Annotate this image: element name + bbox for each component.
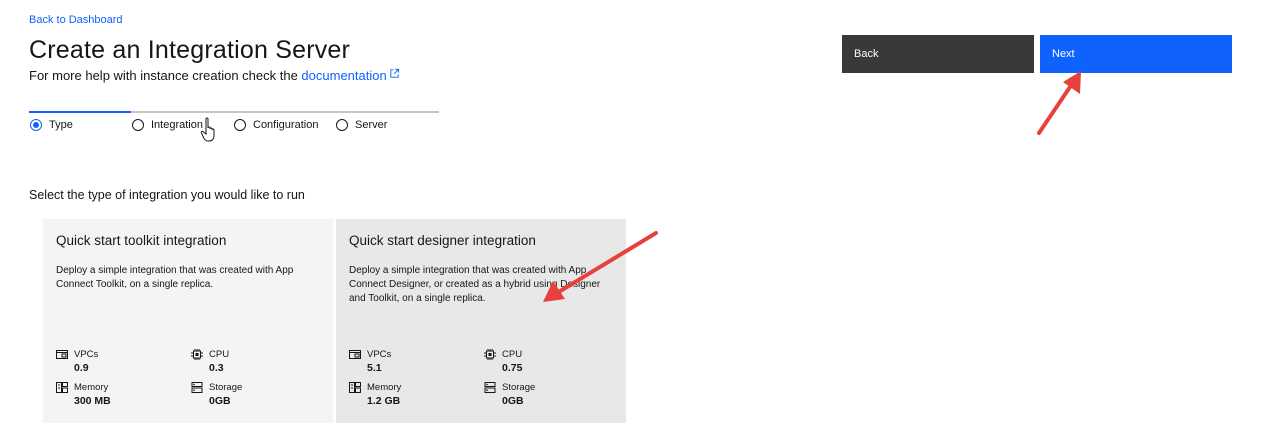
cpu-icon — [484, 349, 496, 360]
cpu-icon — [191, 349, 203, 360]
hand-pointer-icon — [200, 117, 215, 142]
step-configuration-radio[interactable] — [234, 119, 246, 131]
page-title: Create an Integration Server — [29, 36, 351, 64]
next-button[interactable]: Next — [1040, 35, 1232, 73]
step-label: Integration — [151, 119, 203, 131]
step-label: Type — [49, 119, 73, 131]
documentation-link[interactable]: documentation — [301, 68, 386, 83]
metric-label: VPCs — [367, 349, 392, 360]
step-integration[interactable]: Integration — [132, 119, 203, 131]
progress-fill — [29, 111, 131, 113]
storage-icon — [484, 382, 496, 393]
metric-memory: Memory 1.2 GB — [349, 382, 469, 407]
metric-label: VPCs — [74, 349, 99, 360]
metric-value: 0GB — [502, 395, 524, 407]
metric-label: CPU — [209, 349, 230, 360]
metric-value: 0.3 — [209, 362, 224, 374]
metric-memory: Memory 300 MB — [56, 382, 176, 407]
tile-title: Quick start designer integration — [349, 233, 536, 248]
memory-icon — [56, 382, 68, 393]
metric-storage: Storage 0GB — [191, 382, 311, 407]
section-label: Select the type of integration you would… — [29, 188, 305, 202]
step-server-radio[interactable] — [336, 119, 348, 131]
help-text-prefix: For more help with instance creation che… — [29, 68, 302, 83]
metric-vpcs: VPCs 5.1 — [349, 349, 469, 374]
tile-toolkit-integration[interactable]: Quick start toolkit integration Deploy a… — [43, 219, 333, 423]
storage-icon — [191, 382, 203, 393]
step-type[interactable]: Type — [30, 119, 73, 131]
annotation-arrow-next — [1037, 71, 1081, 135]
metric-label: Storage — [502, 382, 536, 393]
metric-value: 300 MB — [74, 395, 111, 407]
tile-title: Quick start toolkit integration — [56, 233, 227, 248]
metric-storage: Storage 0GB — [484, 382, 604, 407]
metric-label: Memory — [74, 382, 109, 393]
tile-designer-integration[interactable]: Quick start designer integration Deploy … — [336, 219, 626, 423]
step-integration-radio[interactable] — [132, 119, 144, 131]
vpc-icon — [349, 350, 361, 359]
metric-value: 1.2 GB — [367, 395, 401, 407]
metric-value: 0.75 — [502, 362, 523, 374]
step-label: Server — [355, 119, 388, 131]
metric-value: 5.1 — [367, 362, 382, 374]
metric-label: CPU — [502, 349, 523, 360]
vpc-icon — [56, 350, 68, 359]
step-server[interactable]: Server — [336, 119, 387, 131]
metric-label: Storage — [209, 382, 243, 393]
back-button[interactable]: Back — [842, 35, 1034, 73]
memory-icon — [349, 382, 361, 393]
metric-cpu: CPU 0.75 — [484, 349, 604, 374]
step-configuration[interactable]: Configuration — [234, 119, 318, 131]
step-type-radio[interactable] — [30, 119, 42, 131]
metric-cpu: CPU 0.3 — [191, 349, 311, 374]
external-link-icon[interactable] — [389, 68, 400, 79]
back-to-dashboard-link[interactable]: Back to Dashboard — [29, 14, 123, 26]
metric-label: Memory — [367, 382, 402, 393]
metric-vpcs: VPCs 0.9 — [56, 349, 176, 374]
metric-value: 0GB — [209, 395, 231, 407]
tile-description: Deploy a simple integration that was cre… — [349, 265, 601, 304]
help-text: For more help with instance creation che… — [29, 68, 400, 83]
step-label: Configuration — [253, 119, 319, 131]
metric-value: 0.9 — [74, 362, 89, 374]
tile-description: Deploy a simple integration that was cre… — [56, 265, 294, 290]
